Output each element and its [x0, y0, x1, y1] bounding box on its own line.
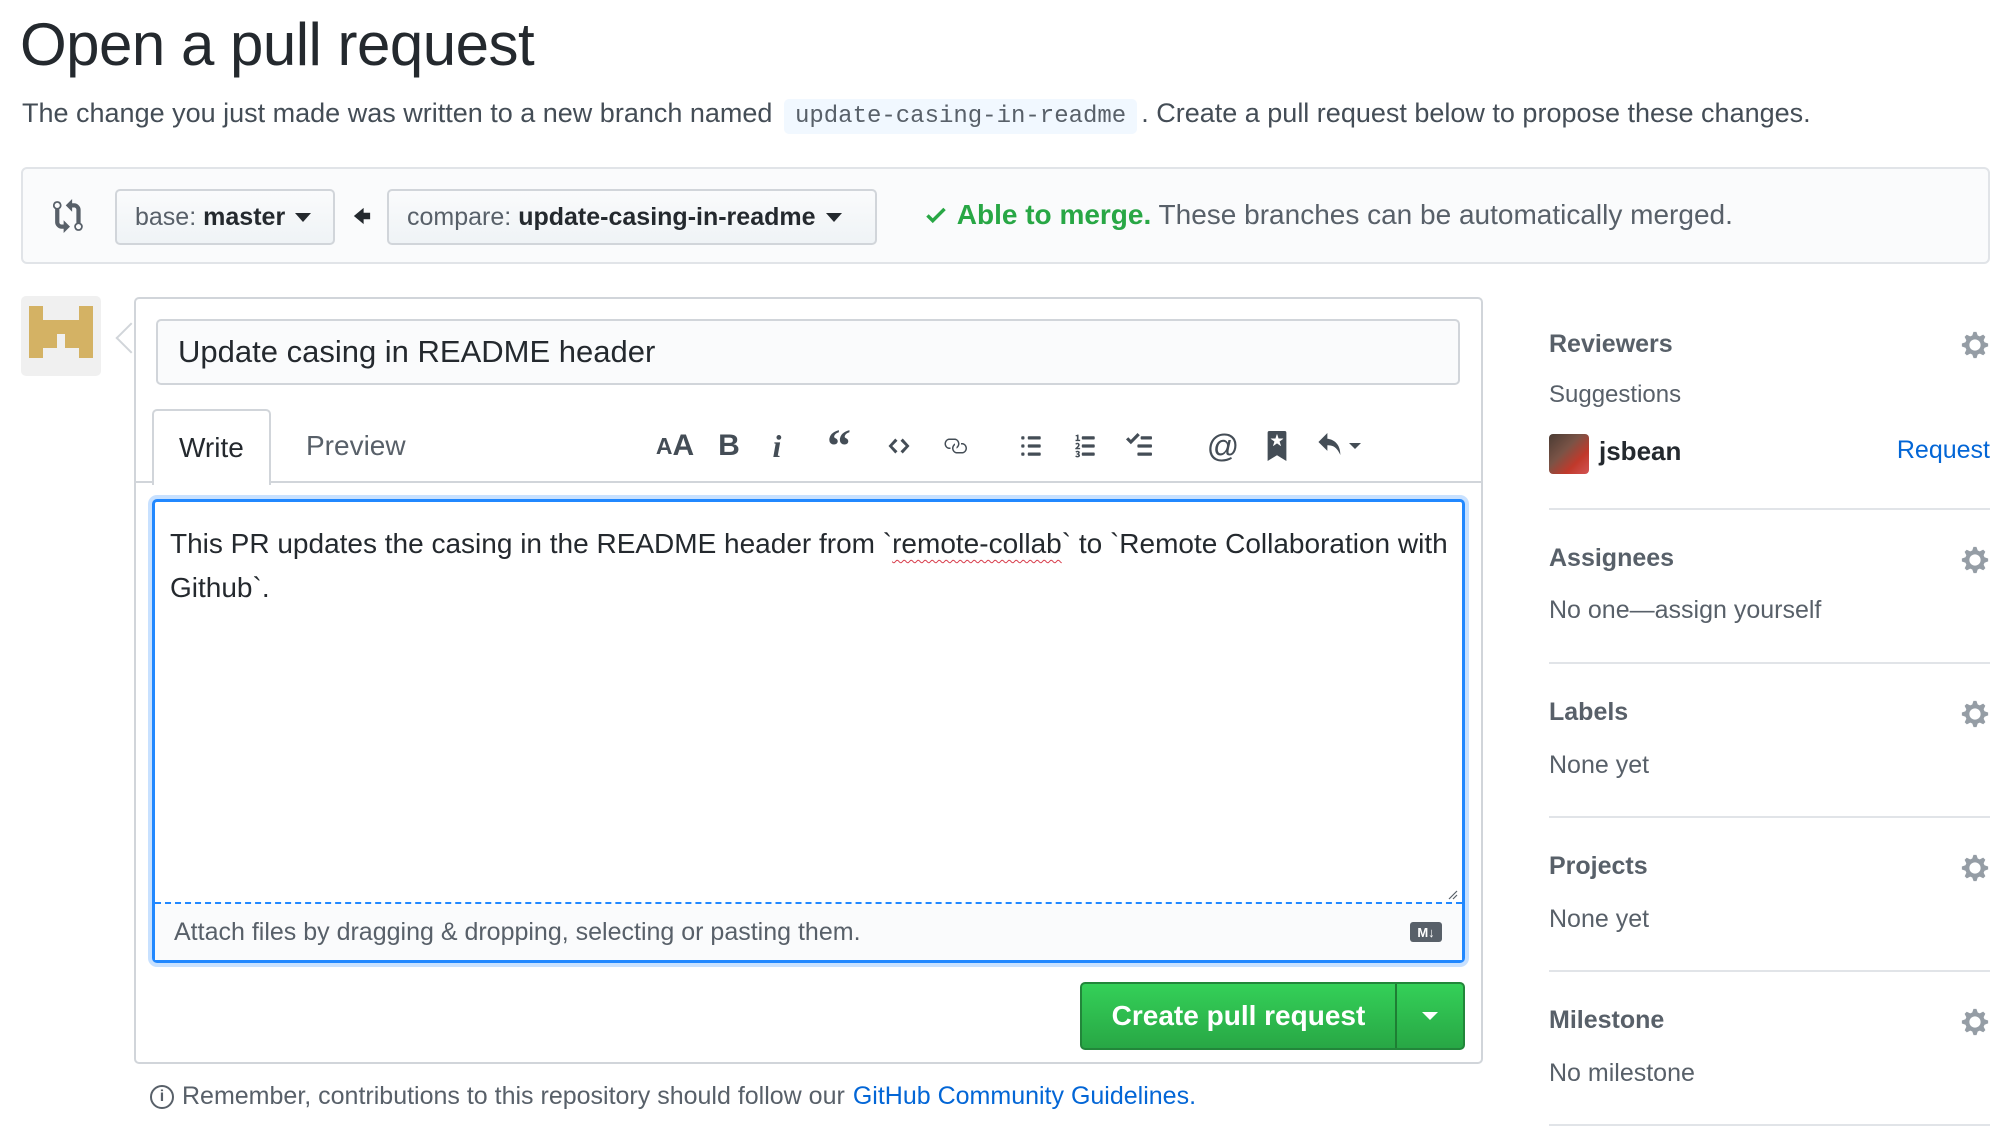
italic-icon[interactable]: i [754, 423, 800, 469]
remember-trailing: . [1189, 1082, 1197, 1110]
milestone-heading[interactable]: Milestone [1549, 1006, 1664, 1035]
misspelled-word: remote-collab [892, 528, 1062, 559]
saved-reply-icon[interactable] [1254, 423, 1300, 469]
contribution-reminder: i Remember, contributions to this reposi… [150, 1082, 1196, 1111]
branch-name-code: update-casing-in-readme [783, 99, 1138, 134]
chevron-down-icon [825, 212, 842, 222]
identicon-icon [29, 306, 93, 358]
projects-value: None yet [1549, 905, 1650, 933]
pr-composer: Update casing in README header Write Pre… [134, 297, 1483, 1064]
task-list-icon[interactable] [1116, 423, 1162, 469]
labels-heading[interactable]: Labels [1549, 698, 1628, 727]
base-value: master [203, 202, 286, 231]
request-review-link[interactable]: Request [1897, 436, 1990, 465]
chevron-down-icon [1422, 1012, 1438, 1020]
create-pull-request-button: Create pull request [1080, 982, 1465, 1050]
base-branch-select[interactable]: base: master [115, 189, 335, 245]
tab-write[interactable]: Write [152, 409, 271, 485]
text-size-icon[interactable]: AA [652, 423, 698, 469]
suggestions-label: Suggestions [1549, 381, 1682, 408]
reply-icon[interactable] [1308, 423, 1368, 469]
code-icon[interactable] [876, 423, 922, 469]
sidebar-divider [1549, 816, 1990, 818]
create-pull-request-main[interactable]: Create pull request [1082, 984, 1395, 1048]
ordered-list-icon[interactable] [1062, 423, 1108, 469]
gear-icon[interactable] [1960, 545, 1990, 575]
milestone-value: No milestone [1549, 1059, 1695, 1087]
unordered-list-icon[interactable] [1008, 423, 1054, 469]
gear-icon[interactable] [1960, 699, 1990, 729]
chevron-down-icon [295, 212, 312, 222]
community-guidelines-link[interactable]: GitHub Community Guidelines [853, 1082, 1189, 1111]
info-icon: i [150, 1084, 174, 1109]
pr-body-textarea[interactable]: This PR updates the casing in the README… [152, 499, 1465, 963]
sidebar: Reviewers Suggestions jsbean Request Ass… [1549, 0, 1990, 1138]
attach-files-text: Attach files by dragging & dropping, sel… [174, 917, 861, 946]
page-title: Open a pull request [20, 11, 535, 78]
pr-body-text: This PR updates the casing in the README… [170, 528, 1448, 603]
assignees-heading[interactable]: Assignees [1549, 544, 1674, 573]
remember-text: Remember, contributions to this reposito… [182, 1082, 845, 1110]
bold-icon[interactable]: B [706, 423, 752, 469]
compare-prefix: compare: [407, 202, 512, 231]
reviewers-heading[interactable]: Reviewers [1549, 330, 1673, 359]
merge-status-label: Able to merge. [956, 199, 1152, 230]
sidebar-divider [1549, 508, 1990, 510]
check-icon [926, 207, 946, 224]
compare-value: update-casing-in-readme [518, 202, 816, 231]
sidebar-divider [1549, 1124, 1990, 1126]
labels-value: None yet [1549, 751, 1650, 779]
jsbean-avatar [1549, 434, 1589, 474]
mention-icon[interactable]: @ [1200, 423, 1246, 469]
intro-text: The change you just made was written to … [22, 98, 1811, 134]
sidebar-divider [1549, 970, 1990, 972]
gear-icon[interactable] [1960, 330, 1990, 360]
link-icon[interactable] [932, 423, 978, 469]
compare-icon [53, 199, 83, 233]
sidebar-divider [1549, 662, 1990, 664]
tab-preview[interactable]: Preview [281, 409, 431, 483]
projects-heading[interactable]: Projects [1549, 852, 1648, 881]
pr-title-input[interactable]: Update casing in README header [156, 319, 1460, 385]
gear-icon[interactable] [1960, 853, 1990, 883]
resize-handle-icon[interactable] [1446, 888, 1458, 900]
base-prefix: base: [135, 202, 197, 231]
avatar[interactable] [21, 296, 101, 376]
create-pr-dropdown-toggle[interactable] [1395, 984, 1463, 1048]
quote-icon[interactable]: “ [816, 420, 862, 473]
attach-files-bar[interactable]: Attach files by dragging & dropping, sel… [155, 902, 1462, 960]
gear-icon[interactable] [1960, 1007, 1990, 1037]
arrow-left-icon [353, 207, 371, 225]
intro-before: The change you just made was written to … [22, 98, 773, 128]
assignees-value[interactable]: No one—assign yourself [1549, 596, 1821, 625]
suggested-reviewer-name[interactable]: jsbean [1599, 436, 1681, 467]
compare-branch-select[interactable]: compare: update-casing-in-readme [387, 189, 877, 245]
markdown-icon[interactable]: M↓ [1410, 922, 1442, 942]
